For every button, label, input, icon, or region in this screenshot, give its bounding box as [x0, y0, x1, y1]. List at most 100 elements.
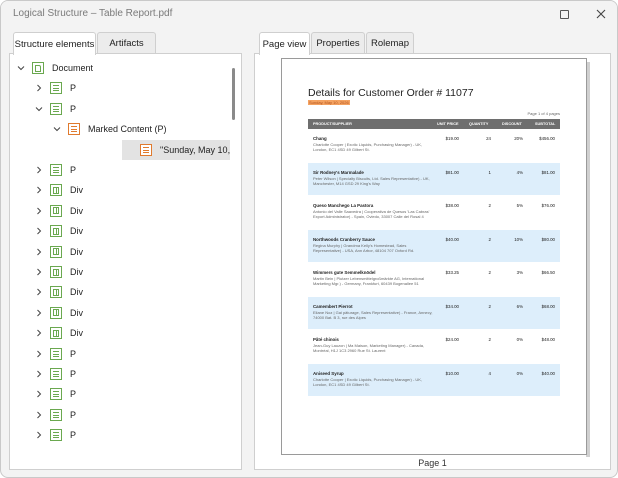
- tree-item[interactable]: Document: [10, 58, 230, 78]
- cell-sub: $40.00: [541, 370, 555, 376]
- cell-qty: 2: [488, 270, 491, 275]
- chevron-right-icon[interactable]: [34, 83, 44, 93]
- tab-artifacts[interactable]: Artifacts: [97, 32, 156, 54]
- tab-properties[interactable]: Properties: [311, 32, 365, 54]
- tree-item-label: Document: [52, 63, 94, 73]
- chevron-right-icon[interactable]: [34, 410, 44, 420]
- tab-rolemap[interactable]: Rolemap: [366, 32, 414, 54]
- cell-sub: $76.00: [541, 203, 555, 208]
- chevron-right-icon[interactable]: [34, 206, 44, 216]
- close-button[interactable]: [593, 6, 609, 22]
- cell-price: $38.00: [445, 203, 459, 208]
- cell-qty: 2: [488, 203, 491, 208]
- tab-label: Artifacts: [109, 38, 144, 49]
- cell-disc: 10%: [514, 236, 523, 242]
- div-icon: [50, 306, 62, 319]
- tree-item[interactable]: Div: [10, 323, 230, 343]
- cell-disc: 4%: [516, 169, 523, 175]
- tree-item[interactable]: Div: [10, 180, 230, 200]
- cell-sub: $456.00: [539, 136, 555, 141]
- structure-tree-panel: Document P P Marked Content (P) "Sunday, May…: [9, 53, 242, 470]
- product-name: Wimmers gute Semmelknödel: [313, 270, 376, 275]
- tree-item[interactable]: P: [10, 344, 230, 364]
- text-content-icon: [140, 143, 152, 156]
- product-name: Pâté chinois: [313, 337, 339, 342]
- supplier-info: Jean-Guy Lauzon | Ma Maison, Marketing M…: [313, 343, 425, 353]
- report-date-highlight: Sunday, May 10, 2026: [308, 100, 350, 105]
- product-name: Camembert Pierrot: [313, 303, 353, 309]
- title-bar: Logical Structure – Table Report.pdf: [1, 1, 617, 27]
- tree-item[interactable]: Marked Content (P): [10, 119, 230, 139]
- chevron-right-icon[interactable]: [34, 369, 44, 379]
- cell-qty: 24: [486, 136, 491, 141]
- tree-item[interactable]: P: [10, 160, 230, 180]
- chevron-down-icon[interactable]: [52, 124, 62, 134]
- table-row: Northwoods Cranberry Sauce Regina Murphy …: [308, 229, 560, 262]
- chevron-down-icon[interactable]: [34, 104, 44, 114]
- tree-item-label: P: [70, 389, 77, 400]
- supplier-info: Charlotte Cooper | Exotic Liquids, Purch…: [313, 376, 423, 387]
- chevron-right-icon[interactable]: [34, 287, 44, 297]
- div-icon: [50, 327, 62, 340]
- chevron-right-icon[interactable]: [34, 165, 44, 175]
- maximize-icon: [559, 9, 569, 19]
- cell-sub: $80.00: [541, 236, 555, 242]
- chevron-down-icon[interactable]: [16, 63, 26, 73]
- paragraph-icon: [50, 388, 62, 401]
- cell-disc: 6%: [516, 303, 523, 309]
- product-name: Northwoods Cranberry Sauce: [313, 236, 375, 242]
- tree-item[interactable]: Div: [10, 201, 230, 221]
- tree-item[interactable]: "Sunday, May 10, 2026": [122, 139, 230, 160]
- maximize-button[interactable]: [556, 6, 572, 22]
- tree-item-label: "Sunday, May 10, 2026": [160, 144, 230, 155]
- chevron-right-icon[interactable]: [34, 226, 44, 236]
- supplier-info: Antonio del Valle Saavedra | Cooperativa…: [313, 209, 430, 219]
- chevron-right-icon[interactable]: [34, 267, 44, 277]
- paragraph-icon: [50, 164, 62, 176]
- chevron-right-icon[interactable]: [34, 328, 44, 338]
- tree-item[interactable]: P: [10, 78, 230, 98]
- chevron-right-icon[interactable]: [34, 349, 44, 359]
- report-page-info: Page 1 of 4 pages: [527, 111, 560, 116]
- paragraph-icon: [50, 347, 62, 360]
- cell-price: $10.00: [445, 370, 459, 376]
- product-name: Aniseed Syrup: [313, 370, 344, 376]
- cell-qty: 4: [488, 370, 491, 376]
- tree-item[interactable]: P: [10, 425, 230, 445]
- product-name: Chang: [313, 136, 327, 141]
- chevron-right-icon[interactable]: [34, 308, 44, 318]
- tree-item[interactable]: P: [10, 99, 230, 119]
- left-tab-bar: Structure elements Artifacts: [13, 32, 243, 55]
- page-preview: Details for Customer Order # 11077 Sunda…: [281, 58, 587, 455]
- tree-item-label: P: [70, 83, 77, 94]
- cell-sub: $66.50: [541, 270, 555, 275]
- cell-sub: $68.00: [541, 303, 555, 309]
- cell-qty: 2: [488, 303, 491, 309]
- paragraph-icon: [50, 102, 62, 115]
- table-row: Wimmers gute Semmelknödel Martin Bein | P…: [308, 263, 560, 295]
- tree-item[interactable]: P: [10, 405, 230, 425]
- tree-item[interactable]: Div: [10, 221, 230, 241]
- chevron-right-icon[interactable]: [34, 389, 44, 399]
- chevron-right-icon[interactable]: [34, 430, 44, 440]
- right-tab-bar: Page view Properties Rolemap: [259, 32, 459, 55]
- div-icon: [50, 245, 62, 258]
- cell-disc: 0%: [516, 370, 523, 376]
- cell-price: $33.25: [445, 270, 459, 275]
- tab-page-view[interactable]: Page view: [259, 32, 310, 55]
- chevron-right-icon[interactable]: [34, 185, 44, 195]
- tree-item[interactable]: P: [10, 384, 230, 404]
- tree-scrollbar[interactable]: [232, 68, 235, 120]
- tab-structure-elements[interactable]: Structure elements: [13, 32, 96, 55]
- tab-label: Rolemap: [370, 38, 410, 49]
- supplier-info: Peter Wilson | Specialty Biscuits, Ltd. …: [313, 175, 430, 186]
- tree-item[interactable]: Div: [10, 242, 230, 262]
- cell-sub: $48.00: [541, 337, 555, 342]
- tree-item[interactable]: Div: [10, 262, 230, 282]
- tree-item[interactable]: Div: [10, 303, 230, 323]
- tree-item[interactable]: P: [10, 364, 230, 384]
- chevron-right-icon[interactable]: [34, 247, 44, 257]
- tree-item[interactable]: Div: [10, 282, 230, 302]
- paragraph-icon: [50, 429, 62, 442]
- table-row: Pâté chinois Jean-Guy Lauzon | Ma Maison,…: [308, 330, 560, 362]
